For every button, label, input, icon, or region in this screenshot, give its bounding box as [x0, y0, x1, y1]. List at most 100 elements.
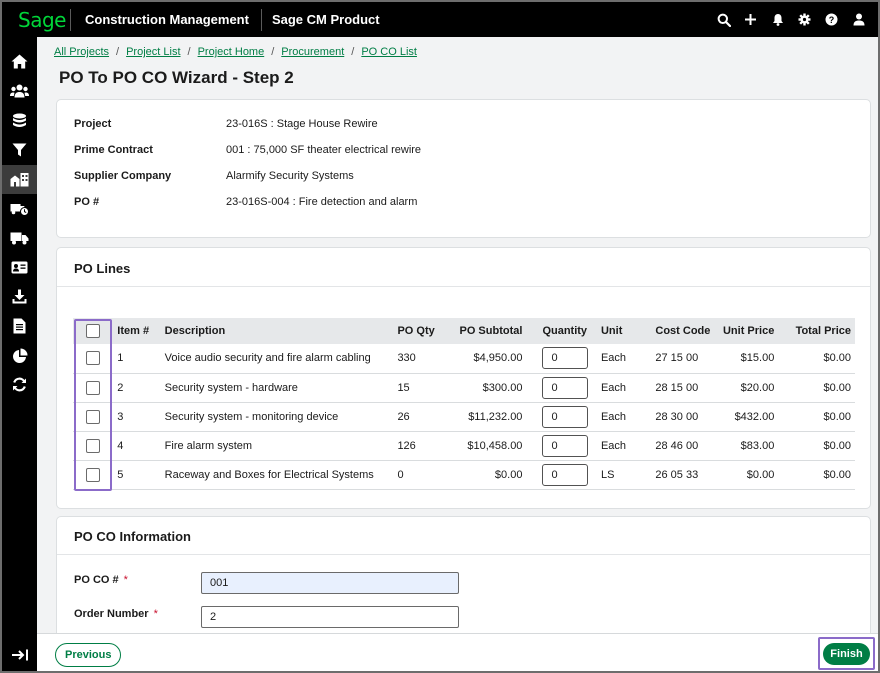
unit-price-cell: $15.00	[715, 344, 779, 374]
truck-icon[interactable]	[2, 223, 37, 252]
cost-code-cell: 28 30 00	[651, 402, 716, 432]
quantity-input[interactable]	[542, 376, 589, 399]
unit-price-cell: $0.00	[715, 460, 779, 490]
total-price-cell: $0.00	[778, 431, 855, 461]
table-row: 5 Raceway and Boxes for Electrical Syste…	[73, 460, 855, 490]
previous-button[interactable]: Previous	[55, 643, 122, 667]
select-all-checkbox[interactable]	[86, 324, 101, 338]
column-header[interactable]: PO Subtotal	[439, 318, 527, 344]
pie-chart-icon[interactable]	[2, 341, 37, 370]
top-actions: ?	[710, 2, 872, 37]
column-header[interactable]: Item #	[113, 318, 161, 344]
supplier-row: Supplier Company Alarmify Security Syste…	[74, 170, 354, 182]
divider	[57, 554, 870, 555]
column-header[interactable]: PO Qty	[393, 318, 440, 344]
breadcrumb-project-list[interactable]: Project List	[126, 46, 180, 58]
page-title: PO To PO CO Wizard - Step 2	[59, 68, 294, 87]
row-checkbox[interactable]	[86, 467, 101, 482]
supplier-value: Alarmify Security Systems	[226, 170, 354, 182]
svg-text:?: ?	[829, 15, 835, 25]
breadcrumb-separator: /	[116, 46, 120, 58]
unit-cell: Each	[596, 373, 652, 403]
breadcrumb-po-co-list[interactable]: PO CO List	[361, 46, 417, 58]
column-header[interactable]: Quantity	[526, 318, 597, 344]
po-qty-cell: 126	[393, 431, 440, 461]
column-header[interactable]: Cost Code	[651, 318, 716, 344]
quantity-input[interactable]	[542, 347, 589, 370]
po-co-number-input[interactable]	[201, 572, 459, 594]
order-number-label: Order Number	[74, 608, 149, 620]
description-cell: Security system - monitoring device	[160, 402, 394, 432]
divider	[57, 286, 870, 287]
project-label: Project	[74, 118, 112, 130]
add-icon[interactable]	[737, 2, 764, 37]
quantity-input[interactable]	[542, 405, 589, 428]
breadcrumb-procurement[interactable]: Procurement	[281, 46, 344, 58]
document-icon[interactable]	[2, 312, 37, 341]
table-row: 2 Security system - hardware 15 $300.00 …	[73, 373, 855, 403]
item-cell: 5	[113, 460, 161, 490]
row-checkbox[interactable]	[86, 351, 101, 366]
row-checkbox[interactable]	[86, 380, 101, 395]
column-header[interactable]: Unit	[596, 318, 652, 344]
prime-contract-row: Prime Contract 001 : 75,000 SF theater e…	[74, 144, 421, 156]
bell-icon[interactable]	[764, 2, 791, 37]
po-subtotal-cell: $4,950.00	[439, 344, 527, 374]
search-icon[interactable]	[710, 2, 737, 37]
id-card-icon[interactable]	[2, 253, 37, 282]
truck-clock-icon[interactable]	[2, 194, 37, 223]
total-price-cell: $0.00	[778, 373, 855, 403]
po-lines-table: Item # Description PO Qty PO Subtotal Qu…	[73, 318, 855, 490]
product-title[interactable]: Sage CM Product	[262, 12, 380, 27]
collapse-icon[interactable]	[2, 649, 37, 661]
refresh-icon[interactable]	[2, 370, 37, 399]
breadcrumb-project-home[interactable]: Project Home	[198, 46, 265, 58]
row-select-cell	[73, 460, 114, 490]
quantity-input[interactable]	[542, 463, 589, 486]
project-value: 23-016S : Stage House Rewire	[226, 118, 378, 130]
row-select-cell	[73, 402, 114, 432]
user-icon[interactable]	[845, 2, 872, 37]
quantity-input[interactable]	[542, 434, 589, 457]
total-price-cell: $0.00	[778, 402, 855, 432]
cost-code-cell: 28 15 00	[651, 373, 716, 403]
sidebar	[2, 37, 37, 671]
people-icon[interactable]	[2, 76, 37, 105]
summary-card: Project 23-016S : Stage House Rewire Pri…	[56, 99, 871, 238]
breadcrumb-all-projects[interactable]: All Projects	[54, 46, 109, 58]
cost-code-cell: 27 15 00	[651, 344, 716, 374]
supplier-label: Supplier Company	[74, 170, 172, 182]
row-checkbox[interactable]	[86, 438, 101, 453]
table-row: 3 Security system - monitoring device 26…	[73, 402, 855, 432]
item-cell: 2	[113, 373, 161, 403]
help-icon[interactable]: ?	[818, 2, 845, 37]
po-co-info-card: PO CO Information PO CO # * Order Number *	[56, 516, 871, 646]
unit-price-cell: $20.00	[715, 373, 779, 403]
column-header[interactable]: Unit Price	[715, 318, 779, 344]
download-icon[interactable]	[2, 282, 37, 311]
breadcrumb-separator: /	[351, 46, 355, 58]
total-price-cell: $0.00	[778, 344, 855, 374]
item-cell: 4	[113, 431, 161, 461]
wizard-footer: Previous Finish	[37, 633, 878, 671]
unit-cell: Each	[596, 431, 652, 461]
description-cell: Security system - hardware	[160, 373, 394, 403]
filter-icon[interactable]	[2, 135, 37, 164]
column-header[interactable]: Total Price	[778, 318, 855, 344]
database-icon[interactable]	[2, 106, 37, 135]
sage-logo[interactable]: Sage	[2, 8, 70, 32]
gear-icon[interactable]	[791, 2, 818, 37]
finish-button[interactable]: Finish	[823, 643, 870, 665]
order-number-input[interactable]	[201, 606, 459, 628]
select-all-cell	[73, 318, 114, 344]
home-icon[interactable]	[2, 47, 37, 76]
row-checkbox[interactable]	[86, 409, 101, 424]
app-title[interactable]: Construction Management	[71, 12, 261, 27]
po-co-info-title: PO CO Information	[74, 529, 191, 544]
cost-code-cell: 28 46 00	[651, 431, 716, 461]
po-subtotal-cell: $0.00	[439, 460, 527, 490]
column-header[interactable]: Description	[160, 318, 394, 344]
po-subtotal-cell: $10,458.00	[439, 431, 527, 461]
table-row: 4 Fire alarm system 126 $10,458.00 Each …	[73, 431, 855, 461]
building-icon[interactable]	[2, 164, 37, 194]
